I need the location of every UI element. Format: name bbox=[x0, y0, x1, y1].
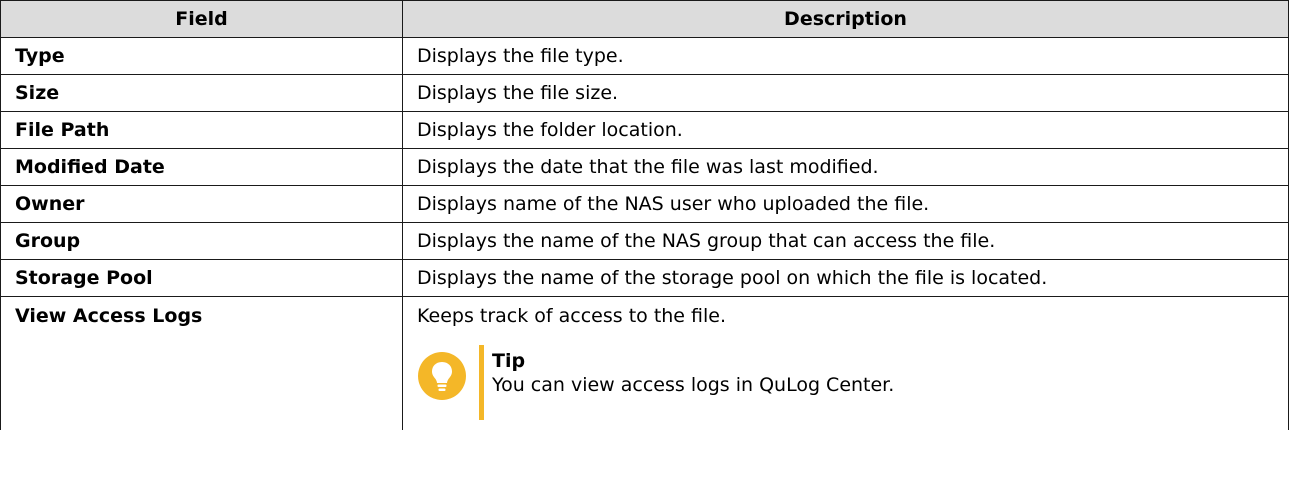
field-cell: Size bbox=[0, 74, 403, 112]
field-cell: Type bbox=[0, 37, 403, 75]
header-field: Field bbox=[0, 0, 403, 38]
description-text: Keeps track of access to the file. bbox=[417, 305, 727, 327]
field-cell: Group bbox=[0, 222, 403, 260]
tip-content: Tip You can view access logs in QuLog Ce… bbox=[492, 349, 894, 397]
table-row: Storage Pool Displays the name of the st… bbox=[0, 259, 1289, 297]
table-row: Group Displays the name of the NAS group… bbox=[0, 222, 1289, 260]
table-row: Modified Date Displays the date that the… bbox=[0, 148, 1289, 186]
table-row: File Path Displays the folder location. bbox=[0, 111, 1289, 149]
header-description: Description bbox=[402, 0, 1289, 38]
description-cell: Displays the name of the NAS group that … bbox=[402, 222, 1289, 260]
table-row: Size Displays the file size. bbox=[0, 74, 1289, 112]
field-cell: File Path bbox=[0, 111, 403, 149]
description-cell: Displays the file size. bbox=[402, 74, 1289, 112]
description-cell: Keeps track of access to the file. Tip Y… bbox=[402, 296, 1289, 430]
description-cell: Displays the folder location. bbox=[402, 111, 1289, 149]
table-header-row: Field Description bbox=[0, 0, 1289, 38]
tip-title: Tip bbox=[492, 350, 526, 372]
description-cell: Displays the name of the storage pool on… bbox=[402, 259, 1289, 297]
table-row: Type Displays the file type. bbox=[0, 37, 1289, 75]
field-cell: Modified Date bbox=[0, 148, 403, 186]
field-cell: View Access Logs bbox=[0, 296, 403, 430]
table-row: View Access Logs Keeps track of access t… bbox=[0, 296, 1289, 430]
description-cell: Displays the date that the file was last… bbox=[402, 148, 1289, 186]
field-cell: Owner bbox=[0, 185, 403, 223]
field-cell: Storage Pool bbox=[0, 259, 403, 297]
description-cell: Displays the file type. bbox=[402, 37, 1289, 75]
field-description-table: Field Description Type Displays the file… bbox=[0, 0, 1289, 430]
lightbulb-icon bbox=[418, 352, 466, 400]
tip-callout: Tip You can view access logs in QuLog Ce… bbox=[417, 345, 1274, 420]
tip-text: You can view access logs in QuLog Center… bbox=[492, 374, 895, 396]
table-row: Owner Displays name of the NAS user who … bbox=[0, 185, 1289, 223]
tip-accent-bar bbox=[479, 345, 484, 420]
description-cell: Displays name of the NAS user who upload… bbox=[402, 185, 1289, 223]
